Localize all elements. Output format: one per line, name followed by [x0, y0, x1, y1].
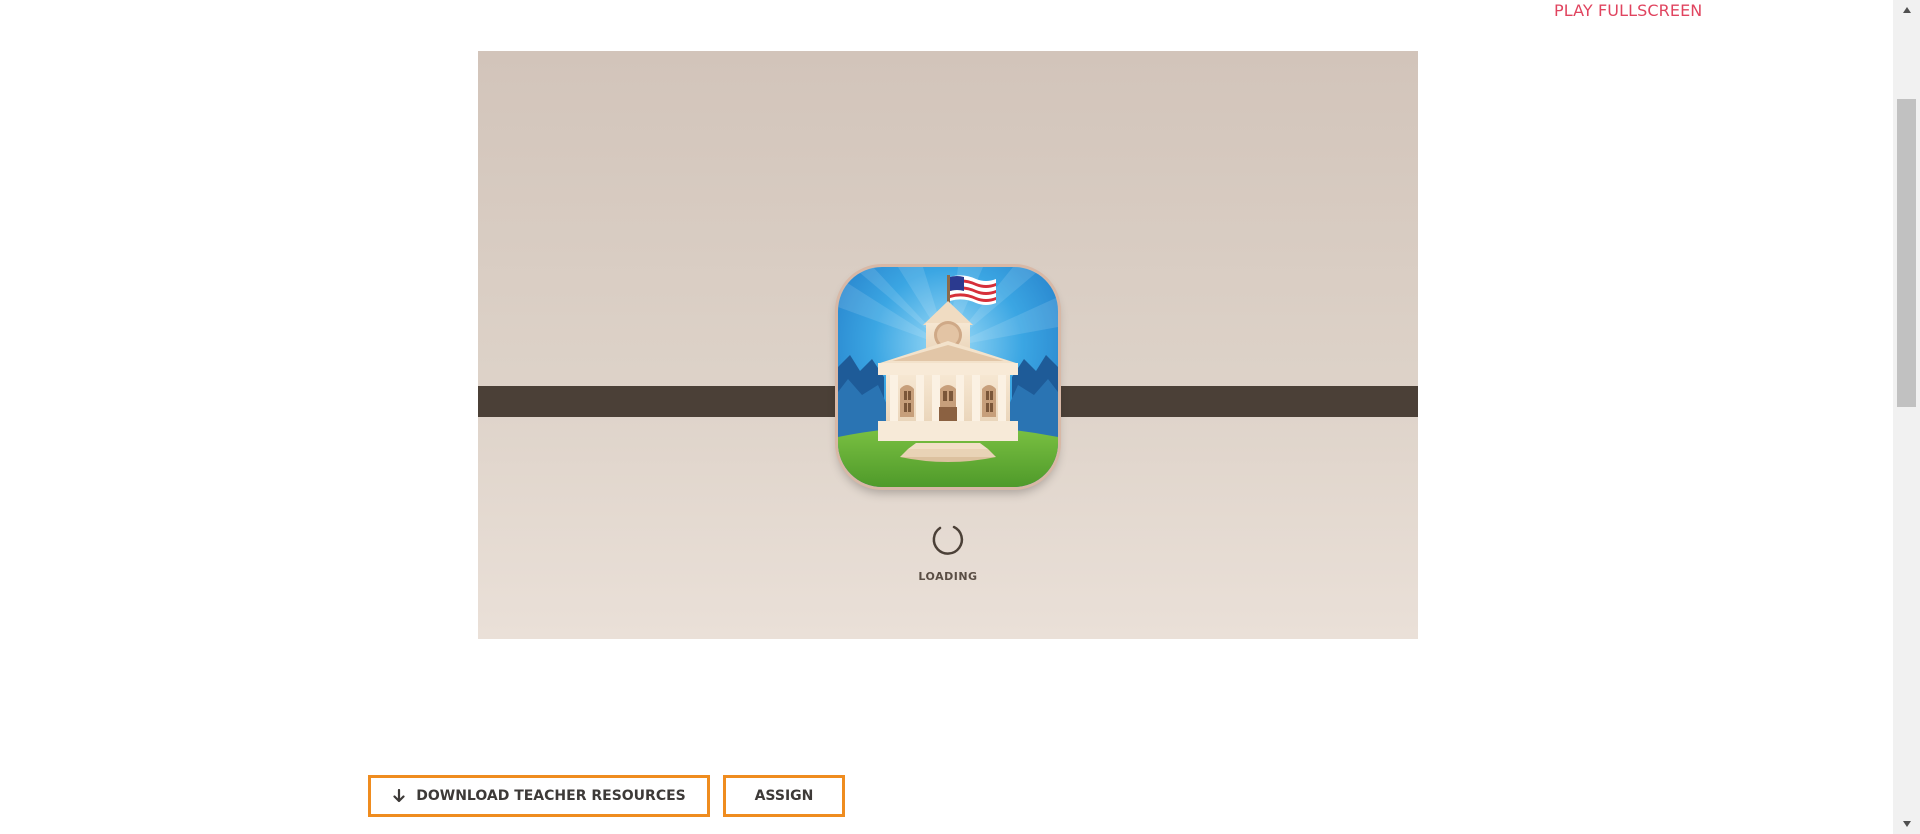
download-teacher-resources-button[interactable]: DOWNLOAD TEACHER RESOURCES [368, 775, 710, 817]
loading-spinner-icon [930, 522, 966, 558]
scrollbar-thumb[interactable] [1897, 99, 1916, 407]
assign-button[interactable]: ASSIGN [723, 775, 845, 817]
arrow-down-icon [392, 788, 406, 803]
scroll-down-icon[interactable] [1893, 814, 1920, 834]
vertical-scrollbar[interactable] [1893, 0, 1920, 834]
play-fullscreen-link[interactable]: PLAY FULLSCREEN [1554, 1, 1702, 20]
loading-label: LOADING [918, 570, 978, 583]
game-frame[interactable]: LOADING [478, 51, 1418, 639]
download-teacher-resources-label: DOWNLOAD TEACHER RESOURCES [416, 788, 686, 804]
assign-label: ASSIGN [754, 788, 814, 804]
courthouse-app-icon [838, 267, 1058, 487]
page: PLAY FULLSCREEN LOADING DOWNLOAD TEACHER… [0, 0, 1920, 834]
scroll-up-icon[interactable] [1893, 0, 1920, 20]
